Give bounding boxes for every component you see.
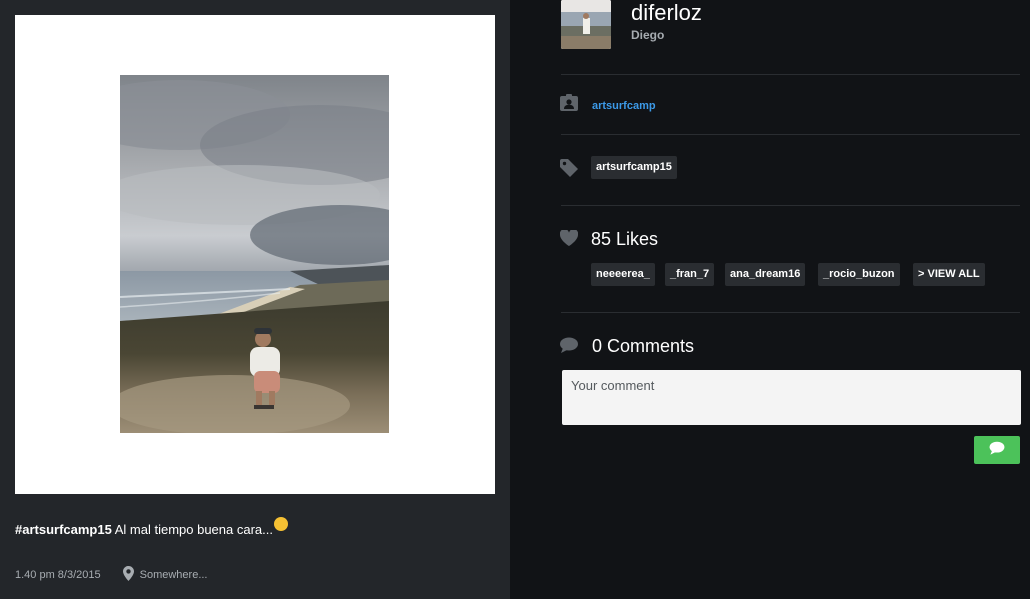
liker-chip[interactable]: neeeerea_ (591, 263, 655, 286)
likes-count[interactable]: 85 Likes (591, 229, 658, 250)
divider (561, 74, 1020, 75)
post-photo[interactable] (120, 75, 389, 433)
user-full-name: Diego (631, 28, 665, 42)
album-link[interactable]: artsurfcamp (592, 100, 656, 112)
liker-chip[interactable]: _rocio_buzon (818, 263, 900, 286)
liker-chip[interactable]: ana_dream16 (725, 263, 806, 286)
divider (561, 205, 1020, 206)
photo-panel: #artsurfcamp15 Al mal tiempo buena cara.… (0, 0, 510, 599)
liker-chip[interactable]: _fran_7 (665, 263, 715, 286)
post-meta: 1.40 pm 8/3/2015 Somewhere... (15, 566, 208, 584)
post-timestamp: 1.40 pm 8/3/2015 (15, 569, 101, 581)
heart-icon (559, 229, 579, 251)
caption-hashtag[interactable]: #artsurfcamp15 (15, 522, 112, 537)
location-pin-icon (122, 566, 134, 584)
tag-chip[interactable]: artsurfcamp15 (591, 156, 677, 179)
caption-text: Al mal tiempo buena cara... (114, 522, 273, 537)
divider (561, 312, 1020, 313)
post-caption: #artsurfcamp15 Al mal tiempo buena cara.… (15, 517, 288, 537)
username[interactable]: diferloz (631, 0, 702, 26)
post-location[interactable]: Somewhere... (140, 569, 208, 581)
tag-icon (560, 159, 578, 182)
view-all-likes-button[interactable]: > VIEW ALL (913, 263, 985, 286)
comment-input[interactable] (562, 370, 1021, 425)
contact-card-icon (560, 94, 578, 116)
post-details-panel: diferloz Diego artsurfcamp artsurfcamp15… (510, 0, 1030, 599)
user-avatar[interactable] (561, 0, 611, 49)
speech-bubble-icon (989, 441, 1005, 460)
divider (561, 134, 1020, 135)
relieved-face-emoji-icon (273, 517, 288, 531)
comments-count: 0 Comments (592, 336, 695, 356)
send-comment-button[interactable] (974, 436, 1020, 464)
photo-frame (15, 15, 495, 494)
speech-bubble-icon (560, 337, 578, 358)
